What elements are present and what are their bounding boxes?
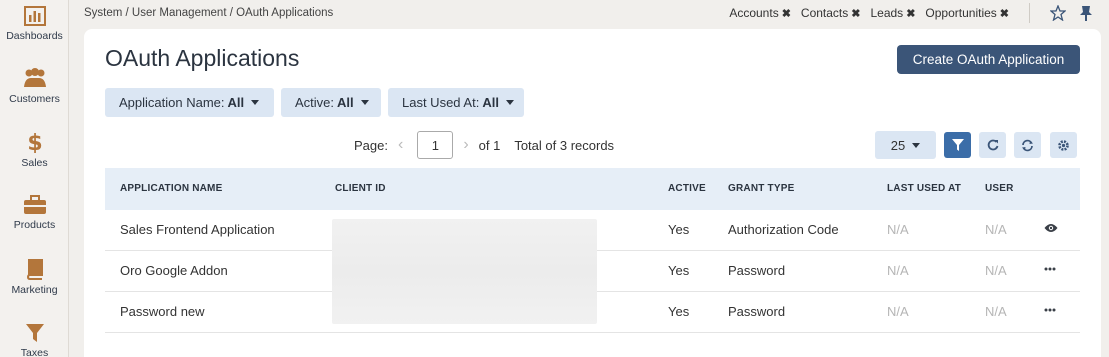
pinned-leads[interactable]: Leads ✖	[870, 6, 915, 20]
pinned-accounts[interactable]: Accounts ✖	[729, 6, 791, 20]
cell-user: N/A	[985, 304, 1007, 319]
cell-user: N/A	[985, 222, 1007, 237]
star-icon[interactable]	[1050, 5, 1066, 21]
book-icon	[26, 259, 43, 280]
eye-icon[interactable]	[1044, 222, 1058, 234]
close-icon[interactable]: ✖	[906, 8, 915, 20]
filter-application-name[interactable]: Application Name: All	[105, 88, 274, 117]
pinned-pages: Accounts ✖ Contacts ✖ Leads ✖ Opportunities…	[729, 6, 1009, 20]
sidebar-item-marketing[interactable]: Marketing	[0, 258, 69, 296]
funnel-icon	[25, 324, 44, 342]
pin-label[interactable]: Accounts	[729, 6, 778, 20]
briefcase-icon	[23, 195, 46, 214]
pinned-opportunities[interactable]: Opportunities ✖	[925, 6, 1009, 20]
close-icon[interactable]: ✖	[782, 8, 791, 20]
customers-icon	[23, 68, 46, 87]
cell-last-used-at: N/A	[887, 304, 909, 319]
main-panel: OAuth Applications Create OAuth Applicat…	[84, 29, 1101, 357]
cell-grant-type: Password	[728, 304, 786, 319]
pinned-contacts[interactable]: Contacts ✖	[801, 6, 861, 20]
cell-user: N/A	[985, 263, 1007, 278]
chevron-left-icon[interactable]: ‹	[398, 136, 403, 154]
sidebar-item-taxes[interactable]: Taxes	[0, 323, 69, 357]
cell-grant-type: Authorization Code	[728, 222, 839, 237]
more-icon[interactable]	[1044, 304, 1056, 316]
create-oauth-application-button[interactable]: Create OAuth Application	[897, 45, 1080, 74]
table-header: APPLICATION NAME CLIENT ID ACTIVE GRANT …	[105, 168, 1080, 210]
close-icon[interactable]: ✖	[851, 8, 860, 20]
filter-value: All	[337, 95, 354, 110]
divider	[1029, 3, 1030, 23]
sidebar-item-sales[interactable]: $ Sales	[0, 131, 69, 169]
sidebar-item-label: Customers	[9, 93, 60, 105]
funnel-icon	[951, 139, 964, 151]
page-size-value: 25	[890, 137, 906, 153]
cell-last-used-at: N/A	[887, 263, 909, 278]
cell-active: Yes	[668, 222, 690, 237]
sidebar-item-products[interactable]: Products	[0, 195, 69, 231]
filter-label: Last Used At:	[402, 95, 480, 110]
cell-application-name: Password new	[120, 304, 205, 319]
filter-label: Active:	[295, 95, 335, 110]
sidebar-item-dashboards[interactable]: Dashboards	[0, 6, 69, 42]
page-label: Page:	[354, 137, 388, 153]
close-icon[interactable]: ✖	[1000, 8, 1009, 20]
filter-active[interactable]: Active: All	[281, 88, 381, 117]
filter-value: All	[482, 95, 499, 110]
page-number-input[interactable]: 1	[417, 131, 454, 159]
cell-active: Yes	[668, 304, 690, 319]
pagination: Page: ‹ 1 › of 1 Total of 3 records	[354, 131, 614, 159]
sidebar-item-label: Dashboards	[6, 30, 63, 42]
records-total: Total of 3 records	[514, 137, 615, 153]
caret-down-icon	[505, 100, 514, 105]
refresh-icon	[1022, 139, 1033, 151]
sidebar-item-label: Sales	[21, 157, 48, 169]
more-icon[interactable]	[1044, 263, 1056, 275]
filter-last-used-at[interactable]: Last Used At: All	[388, 88, 524, 117]
dashboards-icon	[23, 6, 46, 26]
pin-label[interactable]: Opportunities	[925, 6, 996, 20]
column-header-active[interactable]: ACTIVE	[668, 183, 706, 194]
pin-icon[interactable]	[1079, 5, 1093, 21]
filter-label: Application Name:	[119, 95, 225, 110]
sidebar-item-label: Marketing	[11, 284, 58, 296]
cell-application-name: Sales Frontend Application	[120, 222, 275, 237]
undo-icon	[987, 139, 998, 151]
pin-label[interactable]: Contacts	[801, 6, 848, 20]
cell-grant-type: Password	[728, 263, 786, 278]
page-title: OAuth Applications	[105, 45, 300, 71]
gear-icon	[1058, 139, 1069, 151]
sidebar-item-label: Products	[13, 219, 56, 231]
cell-application-name: Oro Google Addon	[120, 263, 228, 278]
column-header-grant-type[interactable]: GRANT TYPE	[728, 183, 794, 194]
filter-toggle-button[interactable]	[944, 132, 971, 158]
caret-down-icon	[251, 100, 260, 105]
column-header-user[interactable]: USER	[985, 183, 1014, 194]
column-header-application-name[interactable]: APPLICATION NAME	[120, 183, 222, 194]
grid-settings-button[interactable]	[1050, 132, 1077, 158]
column-header-client-id[interactable]: CLIENT ID	[335, 183, 386, 194]
refresh-button[interactable]	[1014, 132, 1041, 158]
reset-button[interactable]	[979, 132, 1006, 158]
sidebar-item-label: Taxes	[20, 347, 49, 357]
breadcrumb: System / User Management / OAuth Applica…	[84, 7, 334, 19]
caret-down-icon	[912, 142, 921, 148]
page-size-select[interactable]: 25	[875, 131, 936, 159]
chevron-right-icon[interactable]: ›	[463, 136, 468, 154]
cell-active: Yes	[668, 263, 690, 278]
sidebar-item-customers[interactable]: Customers	[0, 67, 69, 105]
column-header-last-used-at[interactable]: LAST USED AT	[887, 183, 961, 194]
top-bar: System / User Management / OAuth Applica…	[70, 0, 1109, 28]
filter-value: All	[227, 95, 245, 110]
svg-text:$: $	[27, 131, 42, 153]
caret-down-icon	[360, 100, 369, 105]
cell-last-used-at: N/A	[887, 222, 909, 237]
dollar-icon: $	[27, 131, 42, 153]
page-count: of 1	[478, 137, 501, 153]
client-id-redacted-area	[332, 219, 597, 324]
pin-label[interactable]: Leads	[870, 6, 903, 20]
main-sidebar: Dashboards Customers $ Sales Products Ma…	[0, 0, 69, 357]
